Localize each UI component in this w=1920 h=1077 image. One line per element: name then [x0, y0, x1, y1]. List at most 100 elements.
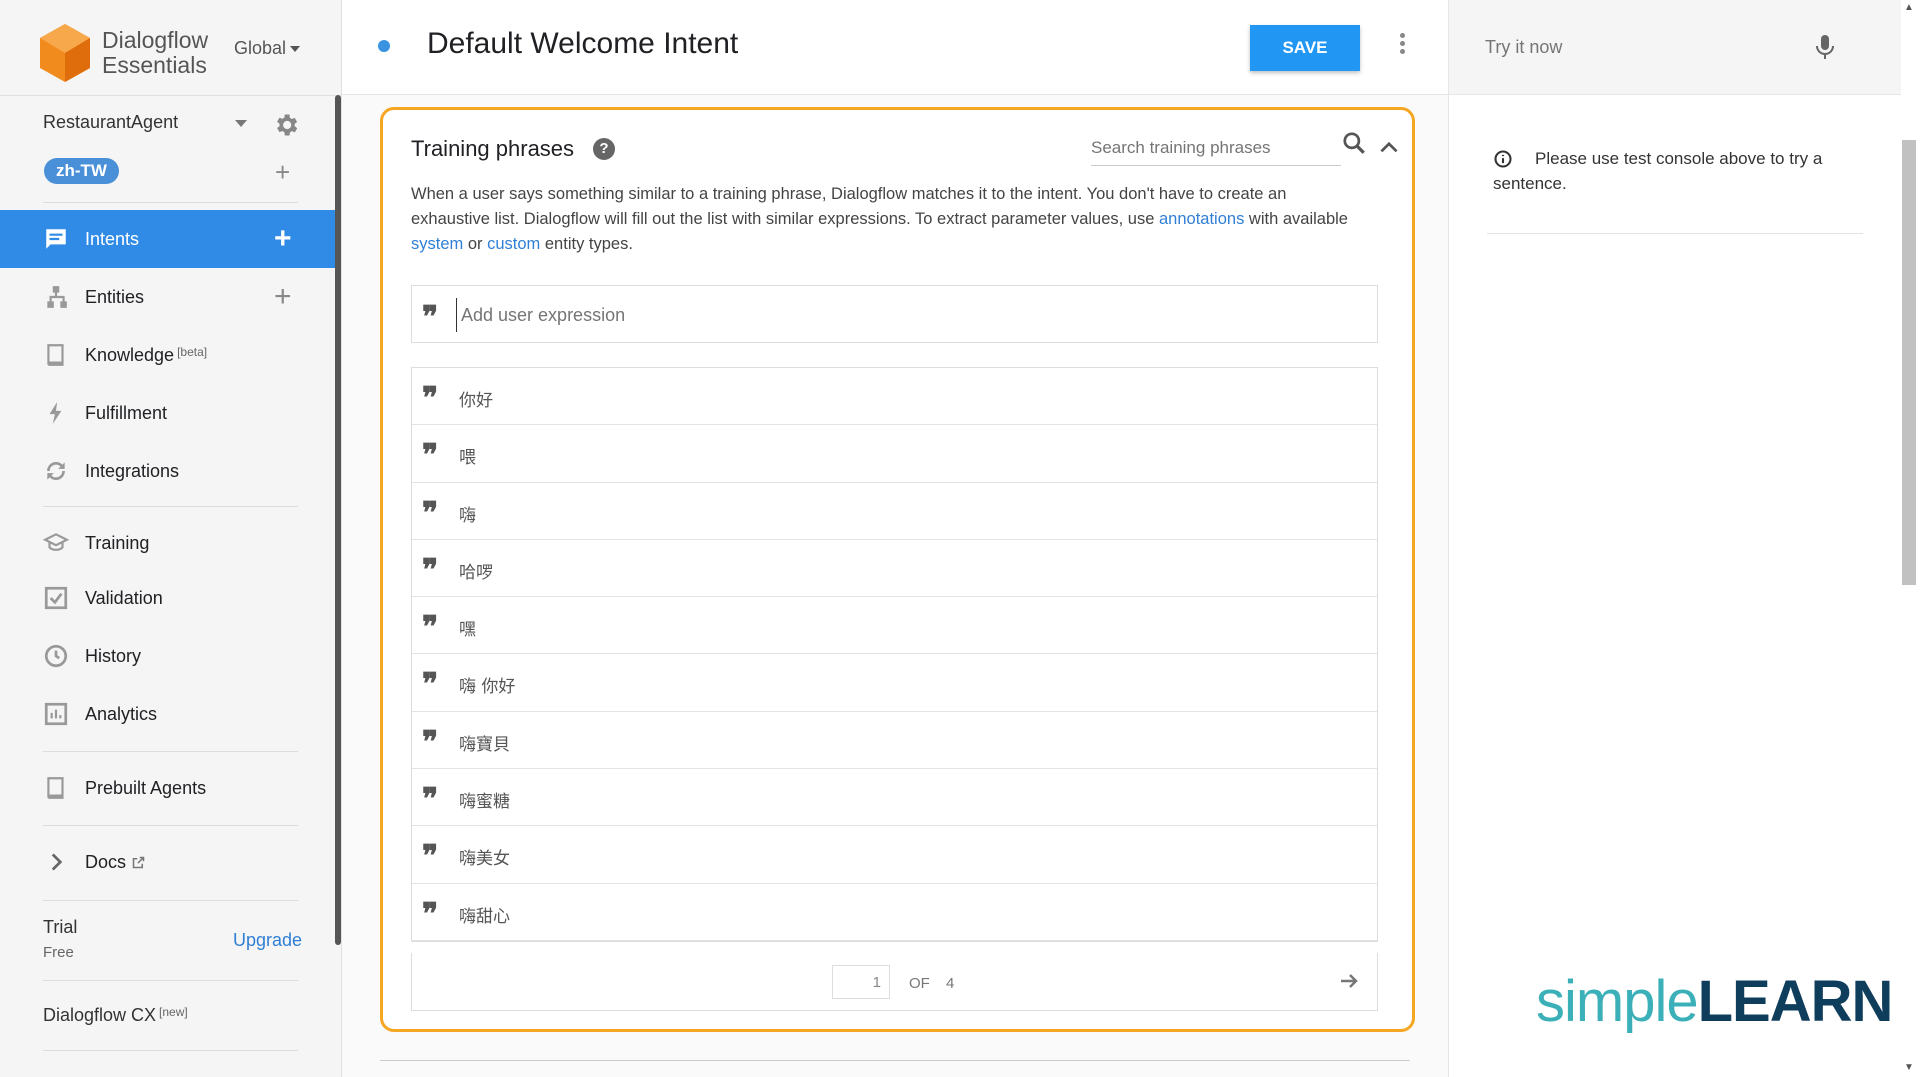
sidebar-scrollbar[interactable] — [335, 95, 341, 945]
sidebar-item-analytics[interactable]: Analytics — [0, 685, 335, 743]
try-it-input[interactable] — [1485, 30, 1815, 64]
phrase-text[interactable]: 嗨 — [459, 501, 476, 526]
help-icon[interactable]: ? — [593, 138, 615, 160]
custom-link[interactable]: custom — [487, 235, 540, 253]
system-link[interactable]: system — [411, 235, 463, 253]
unsaved-indicator — [378, 40, 390, 52]
list-item[interactable]: ❞ 哈啰 — [412, 539, 1377, 598]
quote-icon: ❞ — [422, 839, 439, 875]
logo-line-1: Dialogflow — [102, 27, 209, 53]
save-button[interactable]: SAVE — [1250, 25, 1360, 71]
phrase-text[interactable]: 嗨美女 — [459, 844, 510, 869]
list-item[interactable]: ❞ 你好 — [412, 368, 1377, 426]
phrase-text[interactable]: 嗨蜜糖 — [459, 787, 510, 812]
language-badge[interactable]: zh-TW — [44, 158, 119, 184]
divider — [43, 506, 298, 507]
main-content: Training phrases ? When a user says some… — [342, 95, 1448, 1077]
phrase-text[interactable]: 嗨甜心 — [459, 902, 510, 927]
sidebar-item-validation[interactable]: Validation — [0, 569, 335, 627]
sidebar-item-label: Validation — [85, 587, 163, 608]
microphone-icon[interactable] — [1813, 33, 1837, 61]
sidebar-item-label: Prebuilt Agents — [85, 777, 207, 798]
sidebar-item-prebuilt-agents[interactable]: Prebuilt Agents — [0, 759, 335, 817]
quote-icon: ❞ — [422, 381, 439, 416]
sidebar-item-intents[interactable]: Intents + — [0, 210, 335, 268]
desc-text: When a user says something similar to a … — [411, 185, 1287, 228]
add-entity-icon[interactable]: + — [274, 282, 292, 312]
page-number-input[interactable] — [832, 965, 890, 999]
quote-icon: ❞ — [422, 495, 439, 531]
annotations-link[interactable]: annotations — [1159, 210, 1244, 228]
sidebar-item-label: Docs — [85, 851, 127, 872]
dialogflow-cx-link[interactable]: Dialogflow CX [new] — [43, 1005, 188, 1026]
list-item[interactable]: ❞ 嗨蜜糖 — [412, 769, 1377, 827]
sidebar-item-integrations[interactable]: Integrations — [0, 442, 335, 500]
sidebar-item-entities[interactable]: Entities + — [0, 268, 335, 326]
region-selector[interactable]: Global — [234, 38, 301, 59]
page-scrollbar-thumb[interactable] — [1902, 140, 1916, 585]
try-it-bar — [1449, 0, 1901, 95]
caret-down-icon — [290, 46, 301, 53]
scroll-up-icon[interactable]: ▲ — [1904, 2, 1914, 13]
phrase-text[interactable]: 嘿 — [459, 615, 476, 640]
phrase-text[interactable]: 嗨 你好 — [459, 672, 515, 697]
add-language-icon[interactable]: + — [275, 159, 290, 185]
upgrade-link[interactable]: Upgrade — [233, 930, 302, 951]
more-vert-icon[interactable] — [1392, 30, 1412, 60]
list-item[interactable]: ❞ 嗨寶貝 — [412, 711, 1377, 770]
sidebar-item-fulfillment[interactable]: Fulfillment — [0, 384, 335, 442]
chevron-up-icon[interactable] — [1376, 134, 1402, 160]
sidebar-item-history[interactable]: History — [0, 627, 335, 685]
quote-icon: ❞ — [422, 667, 439, 703]
desc-text: or — [463, 235, 488, 253]
desc-text: entity types. — [540, 235, 633, 253]
list-item[interactable]: ❞ 嗨甜心 — [412, 883, 1377, 941]
list-item[interactable]: ❞ 喂 — [412, 425, 1377, 483]
sidebar-item-label-wrap: Knowledge [beta] — [85, 345, 207, 366]
caret-down-icon[interactable] — [235, 120, 247, 127]
check-box-icon — [44, 586, 68, 610]
divider — [380, 1060, 1410, 1061]
info-message: Please use test console above to try a s… — [1493, 149, 1823, 193]
divider — [43, 202, 298, 203]
list-item[interactable]: ❞ 嗨 你好 — [412, 654, 1377, 712]
intent-title[interactable]: Default Welcome Intent — [427, 27, 738, 61]
graduation-cap-icon — [43, 533, 69, 551]
phrase-text[interactable]: 嗨寶貝 — [459, 730, 510, 755]
sidebar-item-label: Knowledge — [85, 344, 175, 365]
quote-icon: ❞ — [422, 438, 439, 474]
gear-icon[interactable] — [272, 111, 300, 139]
sidebar-item-knowledge[interactable]: Knowledge [beta] — [0, 326, 335, 384]
sidebar: Dialogflow Essentials Global RestaurantA… — [0, 0, 342, 1077]
chevron-right-icon — [51, 853, 63, 871]
add-expression-box: ❞ — [411, 285, 1378, 343]
logo-text: Dialogflow Essentials — [102, 28, 208, 78]
sync-icon — [47, 461, 65, 481]
divider — [0, 95, 341, 96]
list-item[interactable]: ❞ 嘿 — [412, 597, 1377, 655]
training-description: When a user says something similar to a … — [411, 182, 1351, 257]
search-training-input[interactable] — [1091, 130, 1341, 166]
phrase-text[interactable]: 哈啰 — [459, 558, 493, 583]
list-item[interactable]: ❞ 嗨美女 — [412, 826, 1377, 884]
divider — [1487, 233, 1863, 234]
agent-selector[interactable]: RestaurantAgent — [43, 112, 303, 136]
arrow-right-icon[interactable] — [1337, 969, 1361, 993]
sidebar-item-docs[interactable]: Docs — [0, 833, 335, 891]
add-expression-input[interactable] — [456, 298, 1356, 332]
add-intent-icon[interactable]: + — [274, 224, 292, 254]
sidebar-item-training[interactable]: Training — [0, 514, 335, 572]
phrase-text[interactable]: 你好 — [459, 386, 493, 411]
cx-label: Dialogflow CX — [43, 1005, 157, 1025]
list-item[interactable]: ❞ 嗨 — [412, 482, 1377, 540]
divider — [43, 1050, 298, 1051]
page-total: 4 — [946, 975, 955, 992]
phrase-text[interactable]: 喂 — [459, 443, 476, 468]
training-phrases-card: Training phrases ? When a user says some… — [380, 107, 1415, 1032]
sidebar-item-label: Training — [85, 532, 150, 553]
sidebar-item-label: Fulfillment — [85, 402, 168, 423]
scroll-down-icon[interactable]: ▼ — [1904, 1062, 1914, 1073]
dialogflow-logo-icon — [40, 24, 90, 82]
desc-text: with available — [1244, 210, 1348, 228]
search-icon[interactable] — [1341, 130, 1367, 156]
